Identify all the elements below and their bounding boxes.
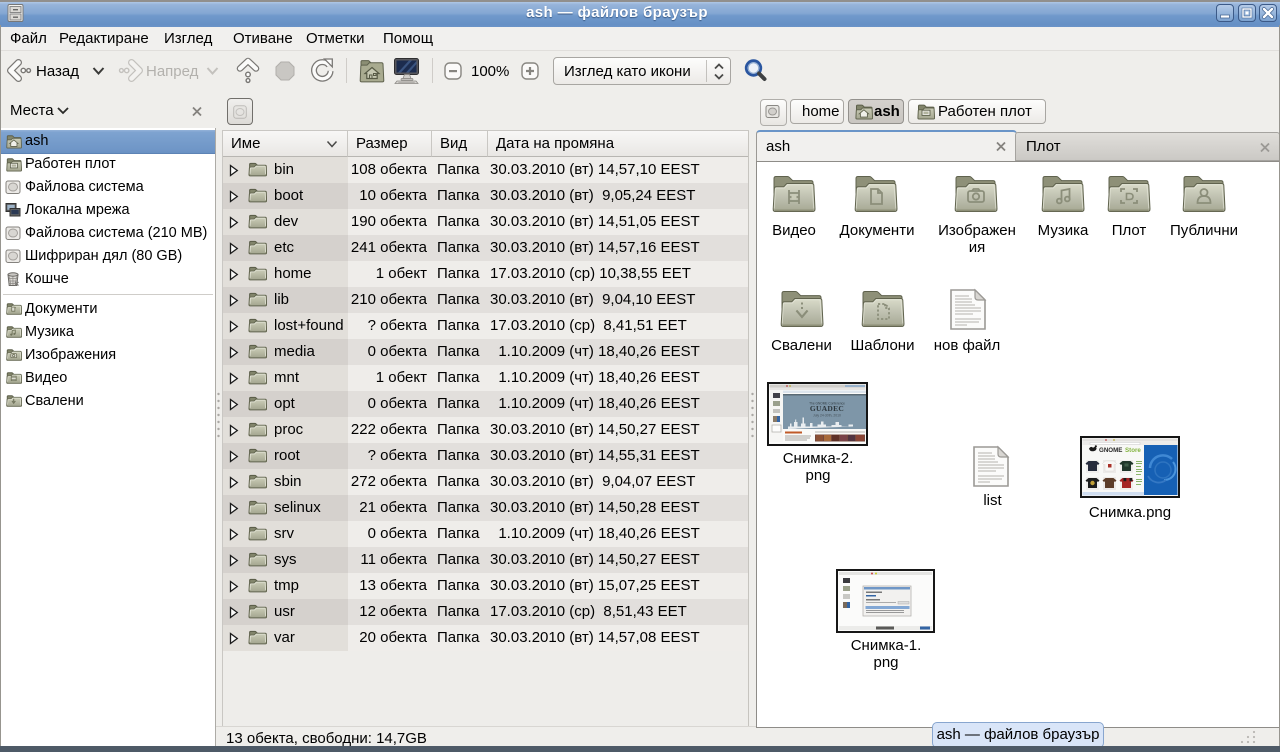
svg-text:Store: Store: [1125, 447, 1141, 454]
svg-text:GNOME: GNOME: [1099, 447, 1122, 454]
svg-text:GUADEC: GUADEC: [810, 404, 844, 413]
svg-text:July 24-30th, 2010: July 24-30th, 2010: [813, 414, 841, 418]
